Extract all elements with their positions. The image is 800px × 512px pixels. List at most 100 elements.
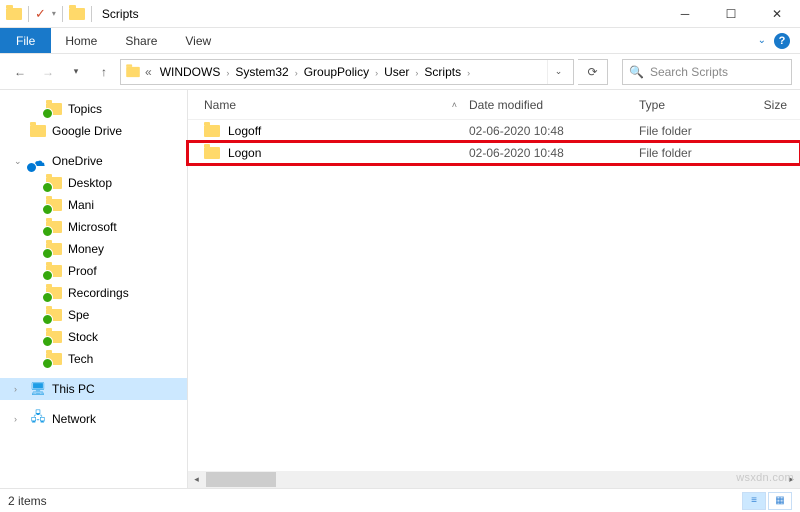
tree-item-label: Network: [52, 412, 96, 426]
address-bar[interactable]: « WINDOWS›System32›GroupPolicy›User›Scri…: [120, 59, 574, 85]
help-icon[interactable]: ?: [774, 33, 790, 49]
tree-item-topics[interactable]: Topics: [0, 98, 187, 120]
folder-icon: [46, 265, 62, 277]
folder-icon: [46, 199, 62, 211]
breadcrumb-segment[interactable]: WINDOWS: [156, 65, 225, 79]
tree-item-label: Microsoft: [68, 220, 117, 234]
minimize-button[interactable]: ─: [662, 0, 708, 28]
app-icon: [6, 8, 22, 20]
column-name[interactable]: Name˄: [198, 98, 463, 112]
tree-item-label: Tech: [68, 352, 93, 366]
tab-home[interactable]: Home: [51, 28, 111, 53]
file-row-logoff[interactable]: Logoff 02-06-2020 10:48File folder: [188, 120, 800, 142]
chevron-right-icon[interactable]: ›: [465, 68, 472, 78]
folder-icon: [46, 353, 62, 365]
maximize-button[interactable]: ☐: [708, 0, 754, 28]
separator: [91, 6, 92, 22]
quick-access-toolbar: ✓ ▾: [0, 6, 92, 22]
main-area: Topics Google Drive ⌄☁OneDriveDesktop Mani M…: [0, 90, 800, 488]
tree-item-money[interactable]: Money: [0, 238, 187, 260]
scroll-thumb[interactable]: [206, 472, 276, 487]
breadcrumb-segment[interactable]: Scripts: [420, 65, 465, 79]
column-headers[interactable]: Name˄ Date modified Type Size: [188, 90, 800, 120]
forward-button[interactable]: →: [36, 60, 60, 84]
tree-item-proof[interactable]: Proof: [0, 260, 187, 282]
location-icon: [126, 66, 140, 76]
column-type[interactable]: Type: [633, 98, 743, 112]
scroll-left-icon[interactable]: ◂: [188, 471, 205, 488]
breadcrumb-overflow[interactable]: «: [141, 65, 156, 79]
details-view-button[interactable]: ≡: [742, 492, 766, 510]
back-button[interactable]: ←: [8, 60, 32, 84]
file-type: File folder: [633, 146, 743, 160]
folder-icon: [69, 8, 85, 20]
file-row-logon[interactable]: Logon02-06-2020 10:48File folder: [188, 142, 800, 164]
twist-icon[interactable]: ⌄: [14, 156, 24, 167]
tree-item-label: Mani: [68, 198, 94, 212]
address-dropdown-icon[interactable]: ⌄: [547, 60, 569, 84]
file-type: File folder: [633, 124, 743, 138]
sort-indicator-icon: ˄: [452, 100, 457, 110]
tree-item-stock[interactable]: Stock: [0, 326, 187, 348]
net-icon: 🖧: [30, 411, 46, 427]
file-list: Name˄ Date modified Type Size Logoff 02-0…: [188, 90, 800, 488]
search-icon: 🔍: [629, 65, 644, 79]
tree-item-tech[interactable]: Tech: [0, 348, 187, 370]
breadcrumb-segment[interactable]: GroupPolicy: [300, 65, 373, 79]
tree-item-google-drive[interactable]: Google Drive: [0, 120, 187, 142]
column-date[interactable]: Date modified: [463, 98, 633, 112]
close-button[interactable]: ✕: [754, 0, 800, 28]
breadcrumb-segment[interactable]: User: [380, 65, 413, 79]
qat-dropdown-icon[interactable]: ▾: [52, 9, 56, 18]
status-text: 2 items: [8, 494, 47, 508]
breadcrumb-segment[interactable]: System32: [231, 65, 292, 79]
view-switcher: ≡ ▦: [742, 492, 792, 510]
navigation-tree[interactable]: Topics Google Drive ⌄☁OneDriveDesktop Mani M…: [0, 90, 188, 488]
tree-item-onedrive[interactable]: ⌄☁OneDrive: [0, 150, 187, 172]
tree-item-label: Stock: [68, 330, 98, 344]
horizontal-scrollbar[interactable]: ◂ ▸: [188, 471, 800, 488]
file-tab[interactable]: File: [0, 28, 51, 53]
twist-icon[interactable]: ›: [14, 384, 24, 394]
pc-icon: 🖥: [30, 381, 46, 397]
tree-item-microsoft[interactable]: Microsoft: [0, 216, 187, 238]
folder-icon: [46, 309, 62, 321]
separator: [28, 6, 29, 22]
tree-item-desktop[interactable]: Desktop: [0, 172, 187, 194]
ribbon: File Home Share View ⌄ ?: [0, 28, 800, 54]
chevron-right-icon[interactable]: ›: [293, 68, 300, 78]
tree-item-recordings[interactable]: Recordings: [0, 282, 187, 304]
file-name: Logon: [228, 146, 261, 160]
folder-icon: [46, 221, 62, 233]
tree-item-label: Recordings: [68, 286, 129, 300]
tree-item-label: Proof: [68, 264, 97, 278]
folder-icon: [204, 147, 220, 159]
recent-locations-icon[interactable]: ▾: [64, 60, 88, 84]
tree-item-this-pc[interactable]: ›🖥This PC: [0, 378, 187, 400]
watermark: wsxdn.com: [736, 472, 794, 484]
tree-item-network[interactable]: › 🖧 Network: [0, 408, 187, 430]
tab-view[interactable]: View: [171, 28, 225, 53]
window-controls: ─ ☐ ✕: [662, 0, 800, 28]
navigation-bar: ← → ▾ ↑ « WINDOWS›System32›GroupPolicy›U…: [0, 54, 800, 90]
thumbnails-view-button[interactable]: ▦: [768, 492, 792, 510]
up-button[interactable]: ↑: [92, 60, 116, 84]
refresh-button[interactable]: ⟳: [578, 59, 608, 85]
tree-item-mani[interactable]: Mani: [0, 194, 187, 216]
file-date: 02-06-2020 10:48: [463, 124, 633, 138]
expand-ribbon-icon[interactable]: ⌄: [758, 35, 766, 46]
folder-icon: [46, 103, 62, 115]
search-placeholder: Search Scripts: [650, 65, 728, 79]
separator: [62, 6, 63, 22]
twist-icon[interactable]: ›: [14, 414, 24, 424]
title-bar: ✓ ▾ Scripts ─ ☐ ✕: [0, 0, 800, 28]
folder-icon: [204, 125, 220, 137]
tree-item-label: Google Drive: [52, 124, 122, 138]
checkmark-icon[interactable]: ✓: [35, 6, 46, 22]
tab-share[interactable]: Share: [111, 28, 171, 53]
folder-icon: [46, 243, 62, 255]
column-size[interactable]: Size: [743, 98, 793, 112]
search-input[interactable]: 🔍 Search Scripts: [622, 59, 792, 85]
file-name: Logoff: [228, 124, 261, 138]
tree-item-spe[interactable]: Spe: [0, 304, 187, 326]
